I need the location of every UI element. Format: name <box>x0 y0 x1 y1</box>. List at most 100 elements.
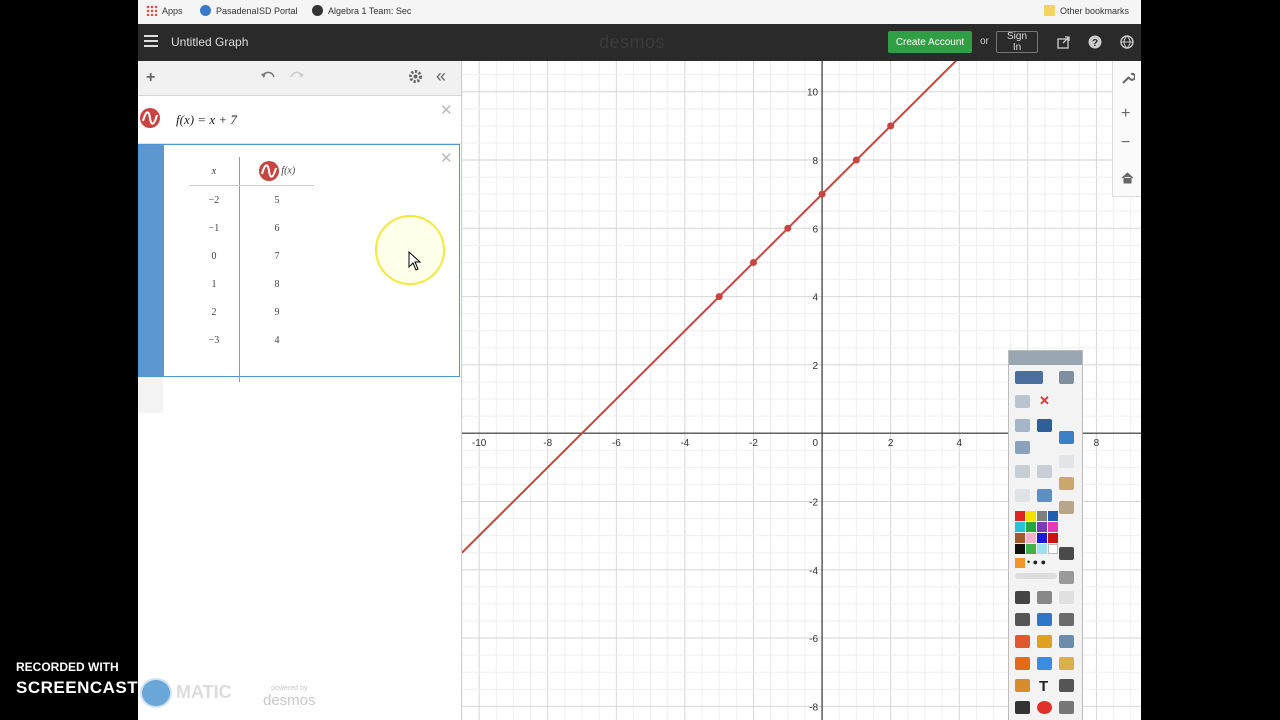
capture-tool-icon[interactable] <box>1015 419 1030 432</box>
color-gray-swatch[interactable] <box>1037 511 1047 521</box>
blank-page-icon[interactable] <box>1059 591 1074 604</box>
wrench-settings-icon[interactable] <box>1121 71 1136 88</box>
selected-stripe <box>139 145 164 376</box>
table-row: 07 <box>189 242 314 270</box>
image-tool-icon[interactable] <box>1015 679 1030 692</box>
zoom-out-button[interactable]: − <box>1121 134 1130 152</box>
help-icon[interactable]: ? <box>1088 35 1102 49</box>
color-black-swatch[interactable] <box>1015 544 1025 554</box>
color-darkblue-swatch[interactable] <box>1037 533 1047 543</box>
redo-icon[interactable] <box>289 69 305 88</box>
grid-tool-icon[interactable] <box>1059 431 1074 444</box>
graph-title[interactable]: Untitled Graph <box>171 35 248 49</box>
save-tool-icon[interactable] <box>1059 547 1074 560</box>
collapse-panel-icon[interactable]: « <box>436 66 446 87</box>
page-tool-icon[interactable] <box>1059 455 1074 468</box>
edit-tool-icon[interactable] <box>1059 613 1074 626</box>
x-cell[interactable]: 2 <box>189 298 240 326</box>
close-toolbar-icon[interactable]: ✕ <box>1039 393 1050 409</box>
x-cell[interactable]: −3 <box>189 326 240 354</box>
text-tool-icon[interactable]: T <box>1039 678 1048 695</box>
delete-table-icon[interactable]: ✕ <box>440 149 453 167</box>
color-lightpink-swatch[interactable] <box>1026 533 1036 543</box>
function-color-icon[interactable] <box>258 161 279 181</box>
expression-row[interactable]: f(x) = x + 7 ✕ <box>138 95 461 144</box>
fx-cell: 6 <box>274 222 280 234</box>
color-orange-swatch[interactable] <box>1015 558 1025 568</box>
eraser-tool-icon[interactable] <box>1015 635 1030 648</box>
scissors-tool-icon[interactable] <box>1059 571 1074 584</box>
fill-tool-icon[interactable] <box>1037 635 1052 648</box>
pen-blue-tool-icon[interactable] <box>1037 613 1052 626</box>
x-cell[interactable] <box>189 354 240 382</box>
color-purple-swatch[interactable] <box>1037 522 1047 532</box>
copy-tool-icon[interactable] <box>1037 465 1052 478</box>
x-cell[interactable]: −1 <box>189 214 240 242</box>
x-tick-label: 8 <box>1094 438 1100 449</box>
home-icon[interactable] <box>1121 171 1134 187</box>
function-color-icon[interactable] <box>140 108 160 128</box>
undo-icon[interactable] <box>260 69 276 88</box>
pointer-tool-icon[interactable] <box>1015 591 1030 604</box>
color-green-swatch[interactable] <box>1026 522 1036 532</box>
screen-tool-icon[interactable] <box>1015 395 1030 408</box>
bookmark-other[interactable]: Other bookmarks <box>1044 5 1129 16</box>
table-header-x[interactable]: x <box>189 157 240 186</box>
marker-tool-icon[interactable] <box>1059 501 1074 514</box>
add-item-button[interactable]: + <box>146 69 155 87</box>
printer-tool-icon[interactable] <box>1059 679 1074 692</box>
table-header-fx[interactable]: f(x) <box>239 157 314 186</box>
keyboard-tool-icon[interactable] <box>1059 701 1074 714</box>
bookmark-algebra[interactable]: Algebra 1 Team: Sec <box>312 5 411 16</box>
resize-tool-icon[interactable] <box>1059 635 1074 648</box>
fx-cell: 9 <box>274 306 280 318</box>
color-lightblue-swatch[interactable] <box>1037 544 1047 554</box>
expression-text[interactable]: f(x) = x + 7 <box>176 112 237 128</box>
bookmark-apps[interactable]: Apps <box>146 5 183 16</box>
tools-icon[interactable] <box>1037 591 1052 604</box>
stamp-tool-icon[interactable] <box>1015 701 1030 714</box>
spotlight-tool-icon[interactable] <box>1015 441 1030 454</box>
toolbar-title-bar[interactable] <box>1009 351 1082 365</box>
pen-size-dots[interactable]: • ● ● <box>1027 557 1046 567</box>
pen-tool-icon[interactable] <box>1059 371 1074 384</box>
x-cell[interactable]: 1 <box>189 270 240 298</box>
share-icon[interactable] <box>1057 35 1071 49</box>
transparency-slider[interactable] <box>1015 573 1057 579</box>
highlight-tool-icon[interactable] <box>1059 657 1074 670</box>
line-tool-icon[interactable] <box>1037 657 1052 670</box>
shapes-tool-icon[interactable] <box>1015 657 1030 670</box>
color-white-swatch[interactable] <box>1048 544 1058 554</box>
color-yellow-swatch[interactable] <box>1026 511 1036 521</box>
language-globe-icon[interactable] <box>1120 35 1134 49</box>
color-darkred-swatch[interactable] <box>1048 533 1058 543</box>
share-tool-icon[interactable] <box>1015 371 1043 384</box>
color-red-swatch[interactable] <box>1015 511 1025 521</box>
x-tick-label: -2 <box>749 438 758 449</box>
menu-icon[interactable] <box>144 35 158 48</box>
zoom-in-button[interactable]: + <box>1121 105 1130 123</box>
new-expression-row[interactable] <box>138 377 163 413</box>
highlighter-tool-icon[interactable] <box>1059 477 1074 490</box>
print-tool-icon[interactable] <box>1015 465 1030 478</box>
record-tool-icon[interactable] <box>1015 489 1030 502</box>
create-account-button[interactable]: Create Account <box>888 31 972 53</box>
whiteboard-tool-icon[interactable] <box>1037 419 1052 432</box>
bookmark-pasadenaisd[interactable]: PasadenaISD Portal <box>200 5 298 16</box>
folder-icon <box>1044 5 1055 16</box>
color-brown-swatch[interactable] <box>1015 533 1025 543</box>
color-cyan-swatch[interactable] <box>1015 522 1025 532</box>
globe-tool-icon[interactable] <box>1037 489 1052 502</box>
delete-expression-icon[interactable]: ✕ <box>440 101 453 119</box>
undo-tool-icon[interactable] <box>1037 701 1052 714</box>
x-cell[interactable]: 0 <box>189 242 240 270</box>
settings-gear-icon[interactable] <box>408 69 423 89</box>
color-pink-swatch[interactable] <box>1048 522 1058 532</box>
color-lightgreen-swatch[interactable] <box>1026 544 1036 554</box>
recorded-with-label: RECORDED WITH <box>16 660 119 674</box>
pencil-tool-icon[interactable] <box>1015 613 1030 626</box>
fx-label: f(x) <box>281 165 296 177</box>
x-cell[interactable]: −2 <box>189 185 240 214</box>
sign-in-button[interactable]: Sign In <box>996 31 1038 53</box>
color-blue-swatch[interactable] <box>1048 511 1058 521</box>
